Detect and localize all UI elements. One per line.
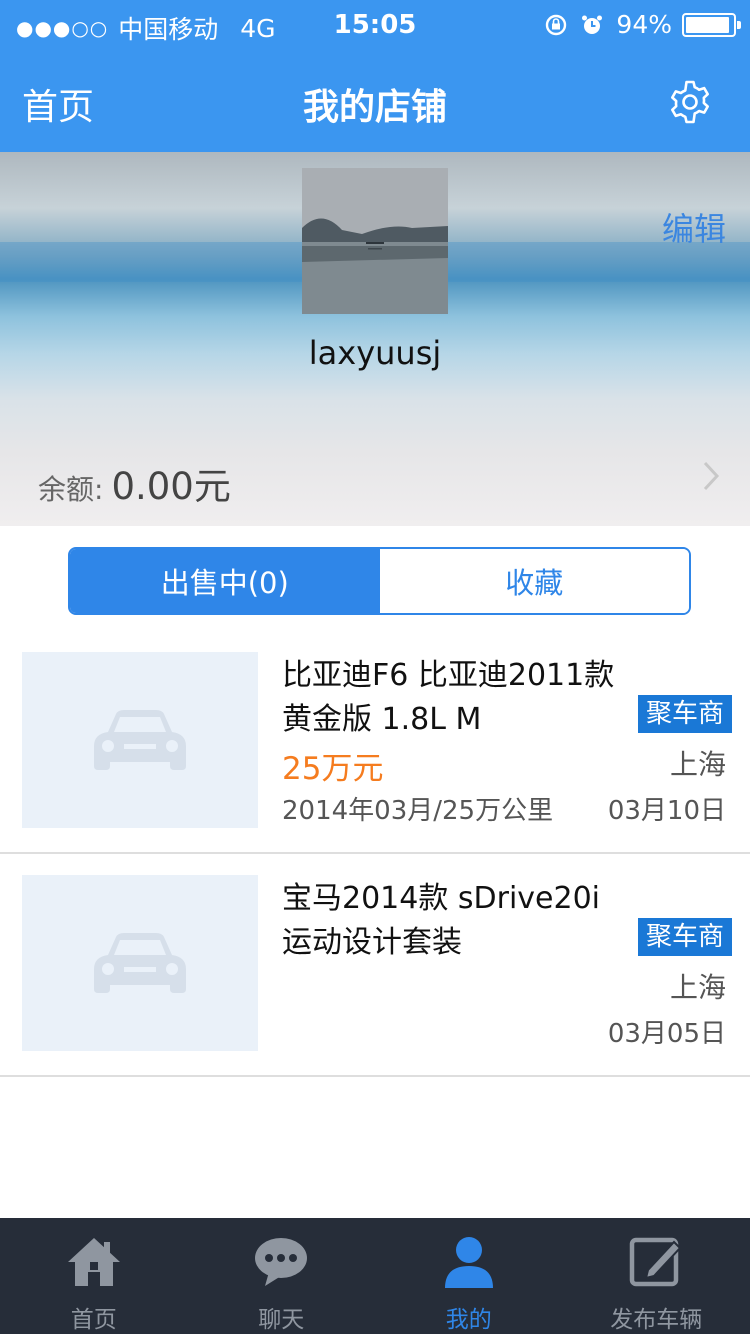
nav-bar: 首页 我的店铺 xyxy=(0,50,750,152)
car-icon xyxy=(94,933,186,993)
listing-meta: 2014年03月/25万公里 xyxy=(282,796,554,826)
listing-title: 比亚迪F6 比亚迪2011款 黄金版 1.8L M xyxy=(282,658,615,737)
listing-price: 25万元 xyxy=(282,751,384,787)
car-placeholder-image xyxy=(22,652,258,828)
tabbar-item-home[interactable]: 首页 xyxy=(0,1218,188,1334)
tabbar-label: 发布车辆 xyxy=(610,1307,703,1333)
edit-icon xyxy=(630,1237,682,1287)
listing-filter-segment: 出售中(0) 收藏 xyxy=(68,547,691,615)
avatar[interactable] xyxy=(302,168,448,314)
chat-icon xyxy=(255,1238,308,1286)
edit-profile-button[interactable]: 编辑 xyxy=(662,204,726,250)
listing-date: 03月10日 xyxy=(607,796,726,826)
listing-card[interactable]: 宝马2014款 sDrive20i 运动设计套装 聚车商 上海 03月05日 xyxy=(0,855,750,1077)
username: laxyuusj xyxy=(308,334,442,372)
balance-label: 余额: xyxy=(38,473,104,506)
battery-icon xyxy=(682,12,741,37)
tabbar-item-me[interactable]: 我的 xyxy=(375,1218,563,1334)
alarm-icon xyxy=(582,15,603,34)
status-right: 94% xyxy=(544,10,741,39)
balance-amount: 0.00元 xyxy=(111,465,231,508)
tabbar-label: 我的 xyxy=(445,1307,492,1333)
user-icon xyxy=(444,1237,493,1288)
bottom-tab-bar: 首页 聊天 我的 发布车辆 xyxy=(0,1218,750,1334)
listing-card[interactable]: 比亚迪F6 比亚迪2011款 黄金版 1.8L M 聚车商 25万元 上海 20… xyxy=(0,632,750,854)
tab-on-sale[interactable]: 出售中(0) xyxy=(70,549,380,613)
profile-banner: laxyuusj 编辑 余额: 0.00元 xyxy=(0,152,750,526)
home-icon xyxy=(67,1238,120,1286)
gear-icon[interactable] xyxy=(666,78,714,126)
dealer-badge: 聚车商 xyxy=(637,695,732,733)
listing-title: 宝马2014款 sDrive20i 运动设计套装 xyxy=(282,881,601,960)
dealer-badge: 聚车商 xyxy=(637,918,732,956)
status-bar: ●●●○○ 中国移动 4G 15:05 94% xyxy=(0,0,750,50)
tab-favorites[interactable]: 收藏 xyxy=(379,549,689,613)
rotation-lock-icon xyxy=(546,14,567,35)
battery-level xyxy=(686,16,730,33)
listing-date: 03月05日 xyxy=(607,1019,726,1049)
tabbar-label: 首页 xyxy=(70,1307,117,1333)
car-placeholder-image xyxy=(22,875,258,1051)
tabbar-item-chat[interactable]: 聊天 xyxy=(188,1218,376,1334)
balance-row[interactable]: 余额: 0.00元 xyxy=(38,456,231,510)
back-to-home-button[interactable]: 首页 xyxy=(22,78,94,130)
listing-city: 上海 xyxy=(669,748,726,781)
page-title: 我的店铺 xyxy=(302,87,447,128)
tabbar-item-post-car[interactable]: 发布车辆 xyxy=(563,1218,750,1334)
listing-city: 上海 xyxy=(669,971,726,1004)
chevron-right-icon[interactable] xyxy=(702,460,720,492)
tabbar-label: 聊天 xyxy=(258,1307,305,1333)
battery-percent: 94% xyxy=(616,10,672,39)
avatar-landscape-image xyxy=(302,168,448,314)
car-icon xyxy=(94,710,186,770)
